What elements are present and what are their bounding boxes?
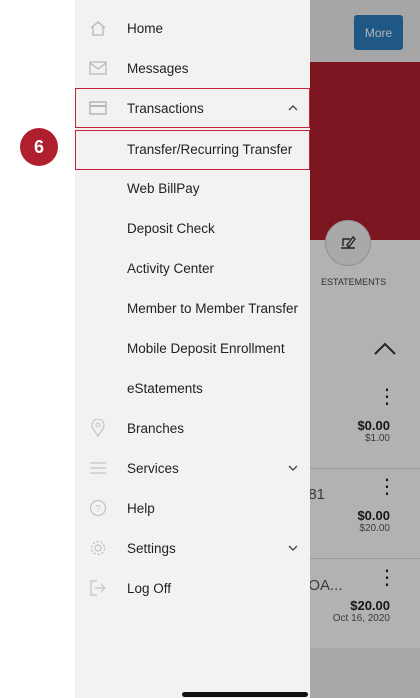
menu-item-settings[interactable]: Settings xyxy=(75,528,310,568)
menu-item-label: Home xyxy=(127,20,164,36)
menu-item-label: Help xyxy=(127,500,155,516)
submenu-item-label: eStatements xyxy=(127,380,203,396)
submenu-item-activity-center[interactable]: Activity Center xyxy=(75,248,310,288)
menu-item-help[interactable]: ? Help xyxy=(75,488,310,528)
submenu-item-mobile-deposit[interactable]: Mobile Deposit Enrollment xyxy=(75,328,310,368)
submenu-item-label: Mobile Deposit Enrollment xyxy=(127,340,285,356)
menu-lines-icon xyxy=(87,457,109,479)
submenu-item-deposit-check[interactable]: Deposit Check xyxy=(75,208,310,248)
menu-item-label: Branches xyxy=(127,420,185,436)
menu-item-label: Log Off xyxy=(127,580,172,596)
menu-item-label: Messages xyxy=(127,60,189,76)
gear-icon xyxy=(87,537,109,559)
mail-icon xyxy=(87,57,109,79)
submenu-item-member-transfer[interactable]: Member to Member Transfer xyxy=(75,288,310,328)
menu-item-branches[interactable]: Branches xyxy=(75,408,310,448)
chevron-down-icon[interactable] xyxy=(287,462,299,474)
submenu-item-label: Deposit Check xyxy=(127,220,215,236)
location-pin-icon xyxy=(87,417,109,439)
menu-item-home[interactable]: Home xyxy=(75,8,310,48)
home-icon xyxy=(87,17,109,39)
menu-item-services[interactable]: Services xyxy=(75,448,310,488)
submenu-item-label: Web BillPay xyxy=(127,180,200,196)
menu-item-log-off[interactable]: Log Off xyxy=(75,568,310,608)
submenu-item-web-billpay[interactable]: Web BillPay xyxy=(75,168,310,208)
transfer-highlight xyxy=(75,130,310,170)
submenu-item-label: Member to Member Transfer xyxy=(127,300,299,316)
svg-text:?: ? xyxy=(95,504,101,515)
logout-icon xyxy=(87,577,109,599)
home-indicator xyxy=(182,692,308,697)
chevron-down-icon[interactable] xyxy=(287,542,299,554)
menu-item-label: Settings xyxy=(127,540,176,556)
menu-item-label: Services xyxy=(127,460,179,476)
submenu-item-label: Activity Center xyxy=(127,260,215,276)
submenu-item-estatements[interactable]: eStatements xyxy=(75,368,310,408)
menu-item-messages[interactable]: Messages xyxy=(75,48,310,88)
step-number-badge: 6 xyxy=(20,128,58,166)
side-drawer: Home Messages Transactions Transfer/Recu… xyxy=(75,0,310,698)
help-icon: ? xyxy=(87,497,109,519)
transactions-highlight xyxy=(75,88,310,128)
